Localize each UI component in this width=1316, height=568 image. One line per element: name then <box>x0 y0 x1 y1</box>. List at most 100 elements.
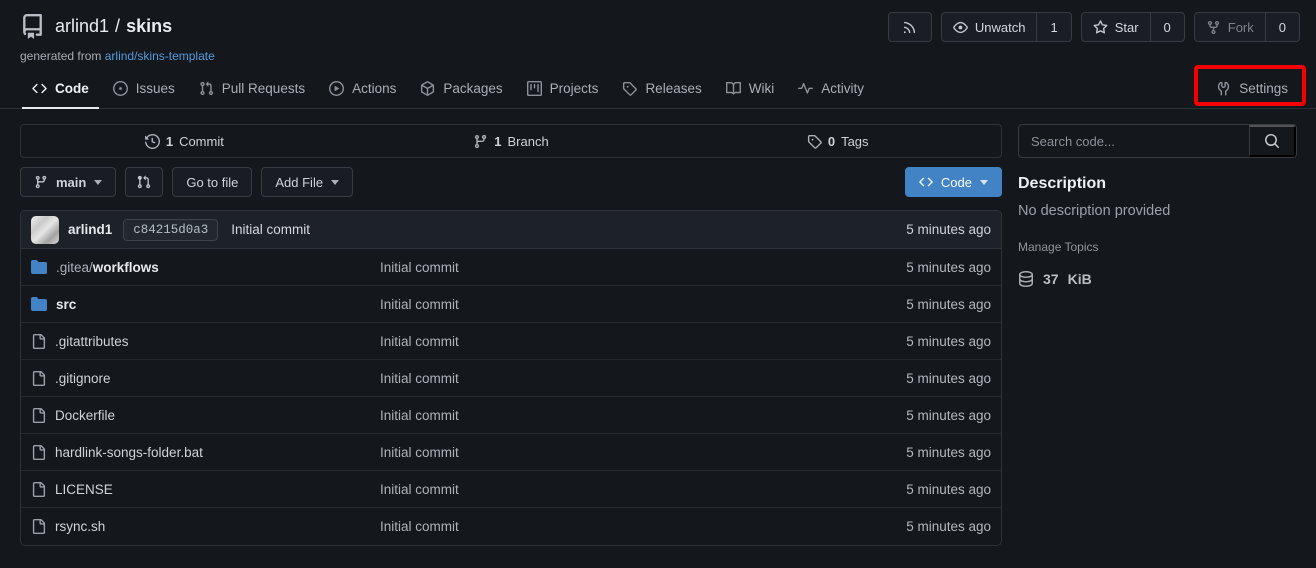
chevron-down-icon <box>980 180 988 185</box>
commit-message-link[interactable]: Initial commit <box>231 222 310 237</box>
file-link-hardlink-songs-folder.bat[interactable]: hardlink-songs-folder.bat <box>31 445 380 460</box>
stat-count: 1 <box>494 134 501 149</box>
file-icon <box>31 408 46 423</box>
unwatch-label: Unwatch <box>975 20 1026 35</box>
tab-settings[interactable]: Settings <box>1206 72 1298 109</box>
tab-activity[interactable]: Activity <box>788 72 874 109</box>
watch-count[interactable]: 1 <box>1036 13 1070 41</box>
repo-nav-tabs: Code Issues Pull Requests Actions Packages Pr… <box>0 72 1316 109</box>
entry-name: src <box>56 297 76 312</box>
commit-author-link[interactable]: arlind1 <box>68 222 112 237</box>
branch-selector-button[interactable]: main <box>20 167 116 197</box>
file-link-.gitattributes[interactable]: .gitattributes <box>31 334 380 349</box>
star-count[interactable]: 0 <box>1150 13 1184 41</box>
tab-label: Packages <box>443 81 502 96</box>
repo-owner-link[interactable]: arlind1 <box>55 16 109 37</box>
repo-header: arlind1 / skins Unwatch 1 Star <box>0 0 1316 63</box>
repo-name-link[interactable]: skins <box>126 16 172 37</box>
template-repo-link[interactable]: arlind/skins-template <box>105 49 215 63</box>
table-row: rsync.shInitial commit5 minutes ago <box>21 508 1001 545</box>
go-to-file-button[interactable]: Go to file <box>172 167 252 197</box>
tab-packages[interactable]: Packages <box>410 72 512 109</box>
branch-icon <box>473 134 488 149</box>
tab-label: Releases <box>645 81 701 96</box>
entry-commit-message[interactable]: Initial commit <box>380 334 836 349</box>
tabs-spacer <box>876 72 1204 108</box>
fork-count[interactable]: 0 <box>1265 13 1299 41</box>
tab-actions[interactable]: Actions <box>319 72 406 109</box>
repo-size-row: 37 KiB <box>1018 271 1297 287</box>
path-prefix: .gitea/ <box>56 260 93 275</box>
code-search-box <box>1018 124 1297 158</box>
file-link-.gitignore[interactable]: .gitignore <box>31 371 380 386</box>
tab-label: Pull Requests <box>222 81 305 96</box>
projects-icon <box>527 81 542 96</box>
table-row: srcInitial commit5 minutes ago <box>21 286 1001 323</box>
tab-label: Actions <box>352 81 396 96</box>
entry-name: rsync.sh <box>55 519 105 534</box>
tab-code[interactable]: Code <box>22 72 99 109</box>
search-button[interactable] <box>1249 125 1296 157</box>
stat-tags[interactable]: 0 Tags <box>674 134 1001 149</box>
entry-commit-message[interactable]: Initial commit <box>380 482 836 497</box>
repo-size-unit: KiB <box>1068 271 1092 287</box>
description-heading: Description <box>1018 175 1297 193</box>
latest-commit-row: arlind1 c84215d0a3 Initial commit 5 minu… <box>21 211 1001 249</box>
search-input[interactable] <box>1019 125 1249 157</box>
folder-link-src[interactable]: src <box>31 296 380 312</box>
folder-link-workflows[interactable]: .gitea/workflows <box>31 259 380 275</box>
compare-icon <box>137 175 151 189</box>
chevron-down-icon <box>331 180 339 185</box>
repo-title: arlind1 / skins <box>20 12 172 39</box>
star-icon <box>1093 20 1108 35</box>
stat-count: 0 <box>828 134 835 149</box>
entry-name: Dockerfile <box>55 408 115 423</box>
stat-label: Tags <box>841 134 868 149</box>
tab-pull-requests[interactable]: Pull Requests <box>189 72 315 109</box>
entry-name: .gitattributes <box>55 334 129 349</box>
settings-tab-label: Settings <box>1239 81 1288 96</box>
description-empty-text: No description provided <box>1018 203 1297 219</box>
entry-commit-message[interactable]: Initial commit <box>380 297 836 312</box>
entry-timestamp: 5 minutes ago <box>836 482 991 497</box>
commit-hash-badge[interactable]: c84215d0a3 <box>123 219 218 241</box>
tab-wiki[interactable]: Wiki <box>716 72 785 109</box>
tab-label: Projects <box>550 81 599 96</box>
tab-label: Issues <box>136 81 175 96</box>
file-link-rsync.sh[interactable]: rsync.sh <box>31 519 380 534</box>
entry-commit-message[interactable]: Initial commit <box>380 371 836 386</box>
repo-stats-bar: 1Commit1Branch 0 Tags <box>20 124 1002 158</box>
stat-commit[interactable]: 1Commit <box>21 134 348 149</box>
entry-commit-message[interactable]: Initial commit <box>380 408 836 423</box>
entry-commit-message[interactable]: Initial commit <box>380 445 836 460</box>
manage-topics-link[interactable]: Manage Topics <box>1018 240 1297 254</box>
tab-projects[interactable]: Projects <box>517 72 609 109</box>
file-link-LICENSE[interactable]: LICENSE <box>31 482 380 497</box>
file-link-Dockerfile[interactable]: Dockerfile <box>31 408 380 423</box>
search-icon <box>1264 133 1280 149</box>
add-file-button[interactable]: Add File <box>261 167 353 197</box>
code-button-label: Code <box>941 175 972 190</box>
stat-branch[interactable]: 1Branch <box>348 134 675 149</box>
tab-issues[interactable]: Issues <box>103 72 185 109</box>
history-icon <box>145 134 160 149</box>
tag-icon <box>807 134 822 149</box>
table-row: DockerfileInitial commit5 minutes ago <box>21 397 1001 434</box>
avatar[interactable] <box>31 216 59 244</box>
tab-releases[interactable]: Releases <box>612 72 711 109</box>
unwatch-button[interactable]: Unwatch <box>942 13 1037 41</box>
fork-button[interactable]: Fork <box>1195 13 1265 41</box>
repo-actions: Unwatch 1 Star 0 Fork 0 <box>888 12 1300 42</box>
wiki-icon <box>726 81 741 96</box>
entry-commit-message[interactable]: Initial commit <box>380 519 836 534</box>
code-download-button[interactable]: Code <box>905 167 1002 197</box>
compare-button[interactable] <box>125 167 163 197</box>
entry-commit-message[interactable]: Initial commit <box>380 260 836 275</box>
tabs-container: Code Issues Pull Requests Actions Packages Pr… <box>20 72 876 108</box>
tab-label: Activity <box>821 81 864 96</box>
rss-button[interactable] <box>888 12 932 42</box>
activity-icon <box>798 81 813 96</box>
repo-separator: / <box>115 16 120 37</box>
rss-icon <box>902 20 917 35</box>
star-button[interactable]: Star <box>1082 13 1150 41</box>
